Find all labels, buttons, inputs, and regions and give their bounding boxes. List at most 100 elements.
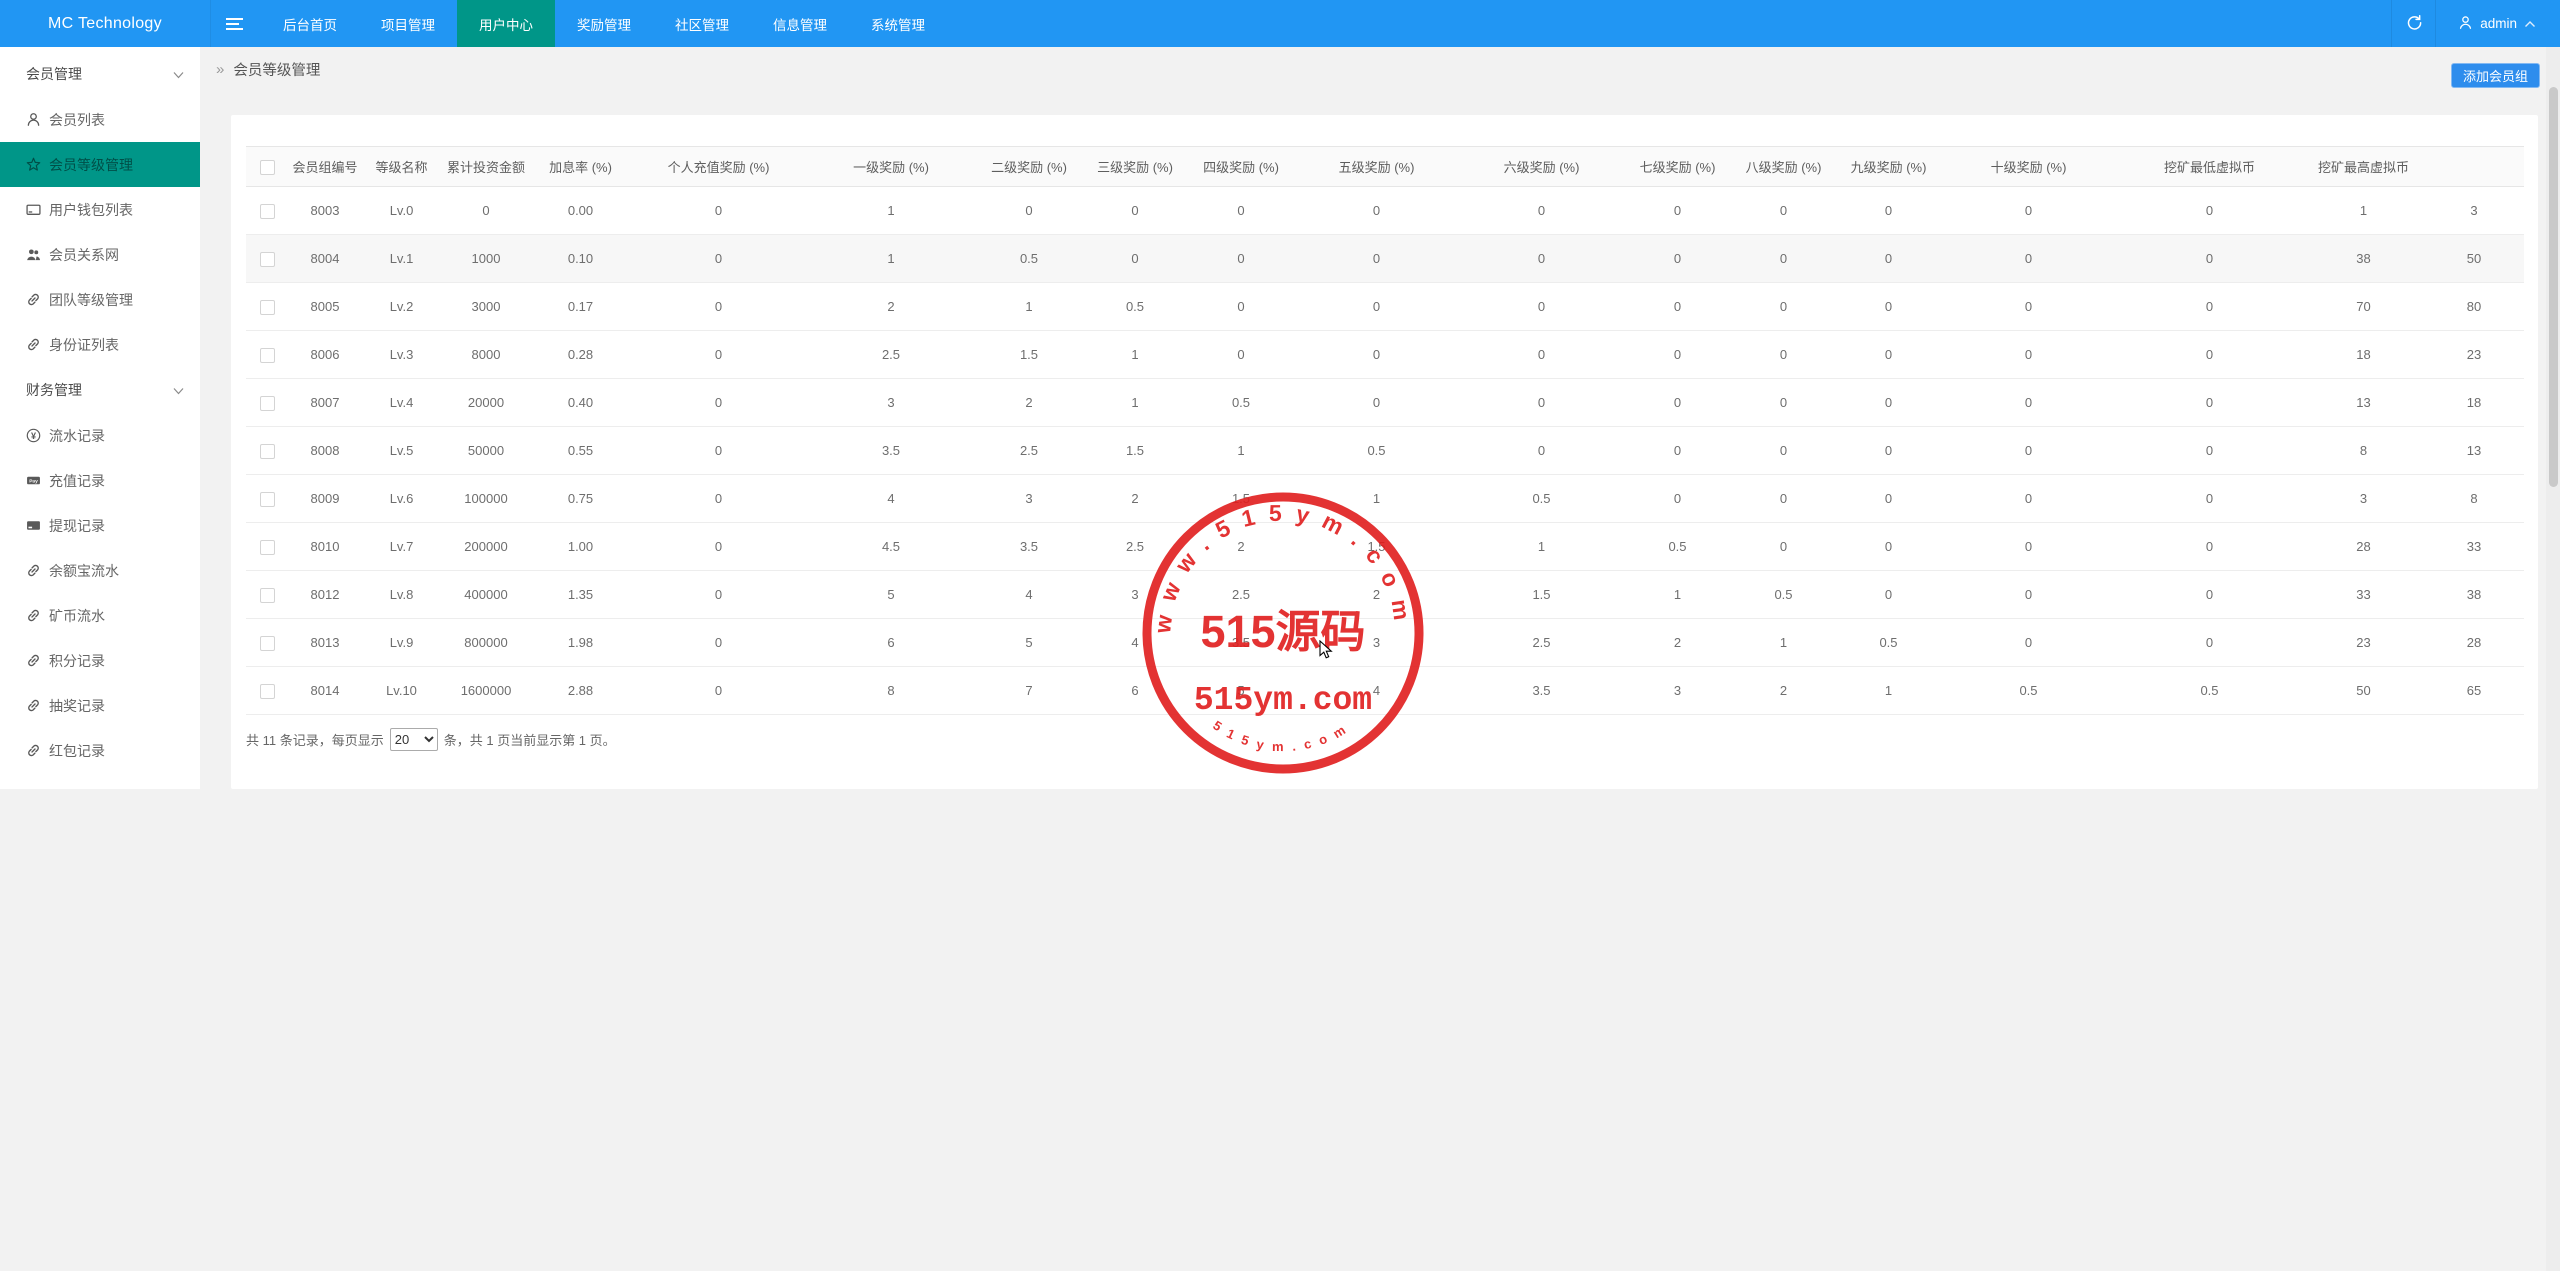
- nav-item-社区管理[interactable]: 社区管理: [653, 0, 751, 47]
- sidebar-item-充值记录[interactable]: Pay 充值记录: [0, 458, 200, 503]
- table-cell: 8008: [289, 426, 361, 475]
- table-cell: 3.5: [976, 522, 1082, 571]
- username: admin: [2480, 16, 2517, 31]
- table-cell: 2: [1624, 618, 1731, 667]
- table-cell: 0: [1624, 186, 1731, 235]
- svg-text:¥: ¥: [31, 431, 37, 441]
- nav-item-项目管理[interactable]: 项目管理: [359, 0, 457, 47]
- sidebar-item-会员关系网[interactable]: 会员关系网: [0, 232, 200, 277]
- table-cell: 2: [976, 378, 1082, 427]
- table-cell: 1: [2303, 186, 2424, 235]
- sidebar-item-会员列表[interactable]: 会员列表: [0, 97, 200, 142]
- sidebar-item-label: 积分记录: [49, 652, 105, 669]
- table-cell: 0: [1459, 378, 1624, 427]
- row-checkbox[interactable]: [260, 635, 275, 651]
- row-checkbox[interactable]: [260, 299, 275, 315]
- row-checkbox[interactable]: [260, 203, 275, 219]
- refresh-button[interactable]: [2391, 0, 2437, 47]
- table-cell: 0: [2116, 234, 2303, 283]
- table-cell: 50: [2303, 666, 2424, 715]
- sidebar-item-会员等级管理[interactable]: 会员等级管理: [0, 142, 200, 187]
- chevron-down-icon: [173, 382, 184, 398]
- table-cell: 0: [1731, 186, 1836, 235]
- nav-item-信息管理[interactable]: 信息管理: [751, 0, 849, 47]
- user-menu[interactable]: admin: [2436, 0, 2560, 47]
- table-cell: 0: [1731, 378, 1836, 427]
- nav-item-奖励管理[interactable]: 奖励管理: [555, 0, 653, 47]
- table-cell: 5: [806, 570, 976, 619]
- sidebar-toggle-button[interactable]: [211, 0, 257, 47]
- sidebar-item-积分记录[interactable]: 积分记录: [0, 638, 200, 683]
- table-cell: 0: [1941, 474, 2116, 523]
- sidebar-section-label: 财务管理: [26, 382, 82, 398]
- table-cell: 0: [631, 522, 806, 571]
- table-cell: 6: [806, 618, 976, 667]
- sidebar-item-提现记录[interactable]: 提现记录: [0, 503, 200, 548]
- table-cell: Lv.8: [361, 570, 442, 619]
- table-cell: 0.10: [530, 234, 631, 283]
- column-header: 四级奖励 (%): [1188, 146, 1294, 187]
- table-cell: 1: [806, 186, 976, 235]
- table-cell: 0: [1731, 522, 1836, 571]
- table-cell: 0: [1188, 186, 1294, 235]
- table-header-row: 会员组编号 等级名称 累计投资金额 加息率 (%) 个人充值奖励 (%) 一级奖励 (%)…: [246, 146, 2524, 187]
- row-checkbox[interactable]: [260, 443, 275, 459]
- row-checkbox[interactable]: [260, 395, 275, 411]
- table-cell: 3: [1624, 666, 1731, 715]
- nav-item-用户中心[interactable]: 用户中心: [457, 0, 555, 47]
- select-all-checkbox[interactable]: [260, 159, 275, 175]
- sidebar-section-财务管理[interactable]: 财务管理: [0, 367, 200, 413]
- column-header: 六级奖励 (%): [1459, 146, 1624, 187]
- table-cell: 3: [2303, 474, 2424, 523]
- sidebar-item-身份证列表[interactable]: 身份证列表: [0, 322, 200, 367]
- sidebar-section-label: 会员管理: [26, 66, 82, 82]
- sidebar-item-抽奖记录[interactable]: 抽奖记录: [0, 683, 200, 728]
- table-cell: 0: [631, 570, 806, 619]
- table-cell: 4.5: [806, 522, 976, 571]
- table-cell: 8012: [289, 570, 361, 619]
- table-cell: 0: [631, 474, 806, 523]
- table-cell: 8005: [289, 282, 361, 331]
- column-header: 等级名称: [361, 146, 442, 187]
- sidebar-item-团队等级管理[interactable]: 团队等级管理: [0, 277, 200, 322]
- nav-item-后台首页[interactable]: 后台首页: [261, 0, 359, 47]
- sidebar-item-余额宝流水[interactable]: 余额宝流水: [0, 548, 200, 593]
- page-size-select[interactable]: 20: [389, 728, 438, 751]
- table-cell: 0: [1836, 474, 1941, 523]
- table-cell: 0: [1836, 186, 1941, 235]
- table-cell: 2: [1188, 522, 1294, 571]
- table-cell: 0.5: [1294, 426, 1459, 475]
- table-cell: 2: [1082, 474, 1188, 523]
- table-cell: Lv.7: [361, 522, 442, 571]
- chevron-up-icon: [2524, 16, 2536, 31]
- add-member-group-button[interactable]: 添加会员组: [2450, 63, 2540, 88]
- sidebar-item-流水记录[interactable]: ¥ 流水记录: [0, 413, 200, 458]
- table-cell: 3: [976, 474, 1082, 523]
- table-cell: 8013: [289, 618, 361, 667]
- sidebar-section-会员管理[interactable]: 会员管理: [0, 47, 200, 97]
- scrollbar-thumb[interactable]: [2549, 87, 2558, 487]
- row-checkbox[interactable]: [260, 251, 275, 267]
- table-cell: 2: [1731, 666, 1836, 715]
- column-header: 三级奖励 (%): [1082, 146, 1188, 187]
- row-checkbox[interactable]: [260, 347, 275, 363]
- table-cell: 0.40: [530, 378, 631, 427]
- user-icon: [2458, 15, 2473, 33]
- column-header-actions: [2424, 146, 2524, 187]
- table-cell: 0.5: [1082, 282, 1188, 331]
- navbar-right: admin: [2391, 0, 2560, 47]
- link-icon: [26, 337, 41, 352]
- table-cell: 0.5: [1941, 666, 2116, 715]
- table-cell: 1.5: [1294, 522, 1459, 571]
- row-checkbox[interactable]: [260, 539, 275, 555]
- row-checkbox[interactable]: [260, 491, 275, 507]
- row-checkbox[interactable]: [260, 683, 275, 699]
- table-cell: 0: [1624, 234, 1731, 283]
- sidebar-item-用户钱包列表[interactable]: 用户钱包列表: [0, 187, 200, 232]
- table-cell: 33: [2303, 570, 2424, 619]
- row-checkbox[interactable]: [260, 587, 275, 603]
- nav-item-系统管理[interactable]: 系统管理: [849, 0, 947, 47]
- sidebar-item-红包记录[interactable]: 红包记录: [0, 728, 200, 773]
- sidebar-item-label: 红包记录: [49, 742, 105, 759]
- sidebar-item-矿币流水[interactable]: 矿币流水: [0, 593, 200, 638]
